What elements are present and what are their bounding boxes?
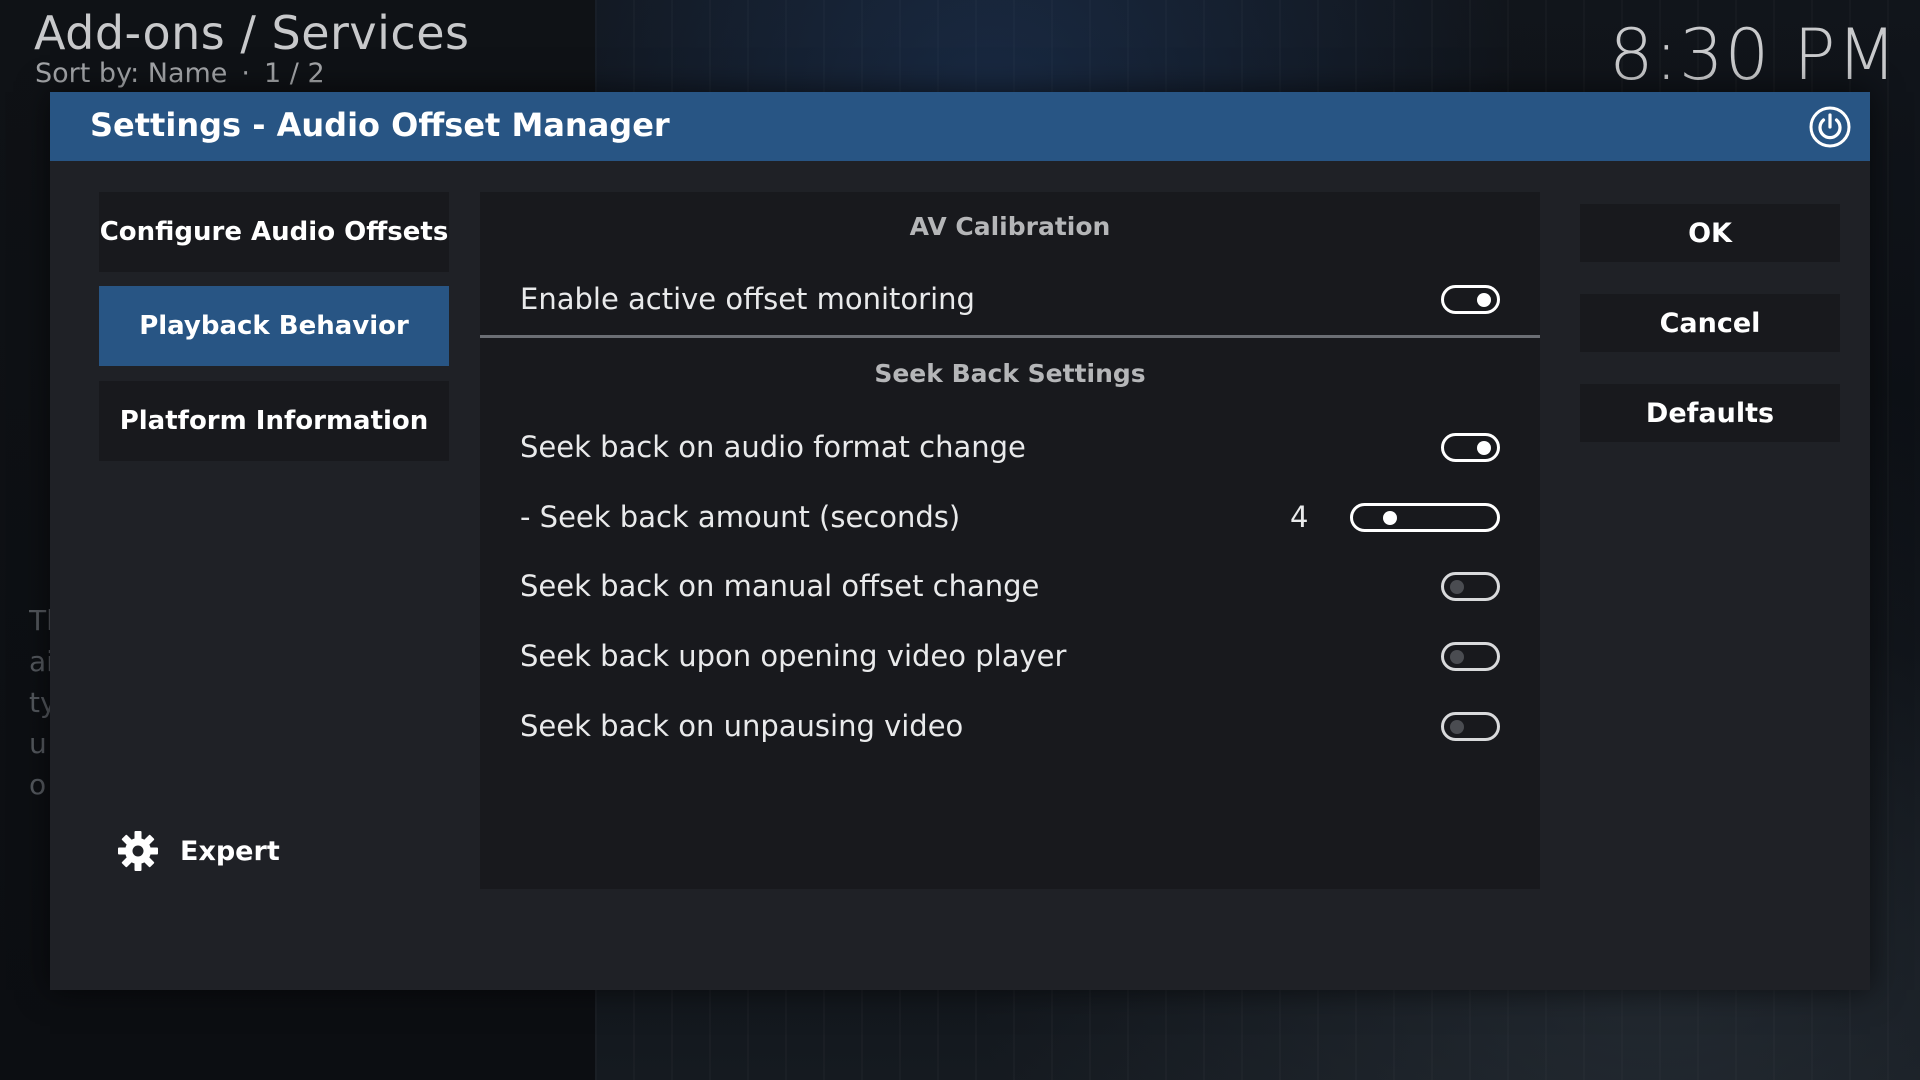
divider <box>480 335 1540 338</box>
seek-back-amount-slider[interactable] <box>1350 503 1500 532</box>
toggle-active-offset-monitoring[interactable] <box>1441 285 1500 314</box>
category-playback-behavior[interactable]: Playback Behavior <box>99 286 449 366</box>
power-icon[interactable] <box>1808 105 1852 149</box>
category-configure-audio-offsets[interactable]: Configure Audio Offsets <box>99 192 449 272</box>
toggle-seek-back-manual-offset-change[interactable] <box>1441 572 1500 601</box>
sort-info: Sort by: Name · 1 / 2 <box>35 58 325 89</box>
section-title-seek-back: Seek Back Settings <box>874 359 1146 388</box>
cancel-button[interactable]: Cancel <box>1580 294 1840 352</box>
separator: · <box>241 58 251 89</box>
sort-label: Sort by: Name <box>35 58 228 89</box>
settings-level-button[interactable]: Expert <box>116 826 280 876</box>
seek-back-amount-value: 4 <box>1290 500 1309 534</box>
toggle-knob <box>1477 441 1491 455</box>
settings-dialog: Settings - Audio Offset Manager Configur… <box>50 92 1870 990</box>
toggle-knob <box>1477 293 1491 307</box>
defaults-button[interactable]: Defaults <box>1580 384 1840 442</box>
page-indicator: 1 / 2 <box>264 58 325 89</box>
dialog-title: Settings - Audio Offset Manager <box>90 106 670 144</box>
setting-label[interactable]: Seek back on audio format change <box>520 430 1026 464</box>
setting-label[interactable]: Enable active offset monitoring <box>520 282 975 316</box>
dialog-header: Settings - Audio Offset Manager <box>50 92 1870 161</box>
settings-level-label: Expert <box>180 835 280 867</box>
toggle-seek-back-unpausing-video[interactable] <box>1441 712 1500 741</box>
toggle-seek-back-opening-video-player[interactable] <box>1441 642 1500 671</box>
setting-label[interactable]: Seek back upon opening video player <box>520 639 1066 673</box>
setting-label[interactable]: - Seek back amount (seconds) <box>520 500 960 534</box>
toggle-knob <box>1450 580 1464 594</box>
ok-button[interactable]: OK <box>1580 204 1840 262</box>
toggle-knob <box>1450 720 1464 734</box>
setting-label[interactable]: Seek back on unpausing video <box>520 709 963 743</box>
toggle-seek-back-audio-format-change[interactable] <box>1441 433 1500 462</box>
section-title-av-calibration: AV Calibration <box>909 212 1111 241</box>
clock: 8:30 PM <box>1608 14 1898 96</box>
setting-label[interactable]: Seek back on manual offset change <box>520 569 1039 603</box>
slider-knob[interactable] <box>1383 511 1397 525</box>
breadcrumb: Add-ons / Services <box>34 6 470 60</box>
category-platform-information[interactable]: Platform Information <box>99 381 449 461</box>
gear-icon <box>118 831 158 871</box>
settings-panel: AV Calibration Enable active offset moni… <box>480 192 1540 889</box>
toggle-knob <box>1450 650 1464 664</box>
